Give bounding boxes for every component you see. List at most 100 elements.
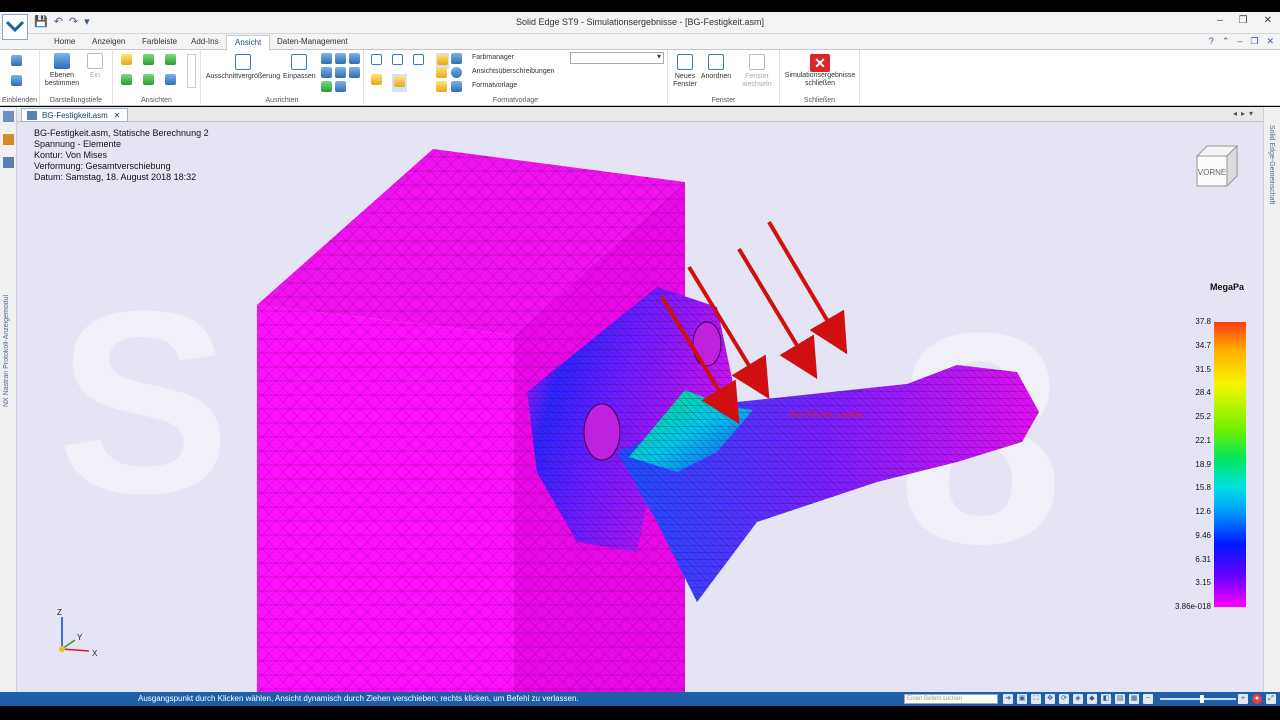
simulationsergebnisse-schliessen-button[interactable]: ✕ Simulationsergebnisse schließen <box>784 54 856 88</box>
einpassen-button[interactable]: Einpassen <box>283 54 316 81</box>
render-3-icon[interactable] <box>436 81 447 95</box>
tab-navigation[interactable]: ◂▸▾ <box>1233 109 1257 118</box>
nastran-panel-tab[interactable]: NX Nastran Protokoll-Anzeigemodul <box>3 167 10 407</box>
planes-icon <box>54 53 70 69</box>
zoom-out-icon[interactable]: − <box>1143 694 1153 704</box>
view-top-icon[interactable] <box>143 54 154 68</box>
anordnen-button[interactable]: Anordnen <box>700 54 732 81</box>
graphics-viewport[interactable]: S 8 850,000 Nm, Lastfall BG-Festigkeit.a… <box>17 122 1263 692</box>
zoom-slider[interactable] <box>1160 695 1236 703</box>
application-button[interactable] <box>2 14 28 40</box>
neues-fenster-label: Neues Fenster <box>673 73 697 88</box>
zoom-slider-thumb[interactable] <box>1200 695 1204 703</box>
shaded-edges-icon[interactable] <box>371 74 382 88</box>
sight-icon[interactable] <box>335 67 346 81</box>
close-tab-icon[interactable]: ✕ <box>114 111 121 120</box>
bolt-hole-upper <box>692 321 722 367</box>
grid-status-icon[interactable]: ▦ <box>1129 694 1139 704</box>
expand-icon[interactable]: ⤢ <box>1266 694 1276 704</box>
tab-home[interactable]: Home <box>46 35 83 50</box>
views-scroll[interactable] <box>187 54 196 88</box>
tab-anzeigen[interactable]: Anzeigen <box>84 35 133 50</box>
group-formatvorlage: Farbmanager Ansichtsüberschreibungen For… <box>364 50 668 106</box>
view-cube[interactable]: VORNE <box>1193 144 1239 188</box>
format-style-icon[interactable] <box>451 81 462 95</box>
view-iso-icon[interactable] <box>121 54 132 68</box>
left-panel-strip: NX Nastran Protokoll-Anzeigemodul <box>0 107 17 692</box>
view-front-icon[interactable] <box>165 54 176 68</box>
window-controls: – ❐ ✕ <box>1217 15 1272 26</box>
style-status-icon[interactable]: ◧ <box>1101 694 1111 704</box>
help-area: ? ⌃ – ❐ ✕ <box>1209 36 1274 47</box>
info-line-1: BG-Festigkeit.asm, Statische Berechnung … <box>34 128 209 138</box>
formatvorlage-button[interactable]: Formatvorlage <box>472 82 517 90</box>
stop-icon[interactable]: ● <box>1252 694 1262 704</box>
pathfinder-icon[interactable] <box>3 111 14 122</box>
close-window-icon[interactable]: ✕ <box>1264 15 1272 26</box>
legend-unit: MegaPa <box>1210 282 1245 292</box>
neues-fenster-button[interactable]: Neues Fenster <box>672 54 698 89</box>
render-status-icon[interactable]: ◆ <box>1087 694 1097 704</box>
farbmanager-button[interactable]: Farbmanager <box>472 54 514 62</box>
doc-restore-icon[interactable]: ❐ <box>1250 36 1258 47</box>
look-icon[interactable] <box>349 67 360 81</box>
group-label-darstellungstiefe: Darstellungstiefe <box>49 97 103 104</box>
show-hide-icon[interactable] <box>11 75 22 89</box>
shaded-icon[interactable] <box>371 54 382 68</box>
zoom-area-status-icon[interactable]: ▣ <box>1017 694 1027 704</box>
ausschnittvergroesserung-button[interactable]: Ausschnittvergrößerung <box>205 54 281 81</box>
layers-icon[interactable] <box>3 134 14 145</box>
tab-add-ins[interactable]: Add-Ins <box>183 35 227 50</box>
close-results-icon: ✕ <box>810 54 830 72</box>
ein-button[interactable]: Ein <box>84 53 106 80</box>
view-right-icon[interactable] <box>121 74 132 88</box>
view-bottom-icon[interactable] <box>165 74 176 88</box>
help-icon[interactable]: ? <box>1209 36 1214 47</box>
pan-status-icon[interactable]: ✥ <box>1045 694 1055 704</box>
arrow-icon[interactable]: ➔ <box>1003 694 1013 704</box>
visible-edges-icon[interactable] <box>413 54 424 68</box>
wireframe-icon[interactable] <box>392 54 403 68</box>
spin-icon[interactable] <box>321 67 332 81</box>
view-status-icon[interactable]: ◈ <box>1073 694 1083 704</box>
ansichtsueberschreibungen-button[interactable]: Ansichtsüberschreibungen <box>472 68 555 76</box>
globe-icon[interactable] <box>451 67 462 81</box>
document-tab-label: BG-Festigkeit.asm <box>42 111 108 120</box>
shaded-active-icon[interactable] <box>392 74 407 92</box>
doc-minimize-icon[interactable]: – <box>1237 36 1242 47</box>
view-style-icon[interactable] <box>451 53 462 67</box>
title-bar: 💾 ↶ ↷ ▾ Solid Edge ST9 - Simulationserge… <box>0 12 1280 40</box>
previous-view-icon[interactable] <box>335 81 346 95</box>
zoom-icon[interactable] <box>321 53 332 67</box>
refresh-icon[interactable] <box>321 81 332 95</box>
rotate-icon[interactable] <box>349 53 360 67</box>
fenster-wechseln-button[interactable]: Fenster wechseln <box>738 54 776 89</box>
background-watermark: S <box>57 258 230 548</box>
legend-tick-label: 34.7 <box>1195 340 1211 350</box>
window-status-icon[interactable]: ▤ <box>1115 694 1125 704</box>
document-tab[interactable]: BG-Festigkeit.asm ✕ <box>21 108 128 122</box>
ebenen-bestimmen-label: Ebenen bestimmen <box>44 72 80 87</box>
ribbon-min-icon[interactable]: ⌃ <box>1222 36 1230 47</box>
command-search-input[interactable]: Einen Befehl suchen <box>904 694 998 704</box>
tab-daten-management[interactable]: Daten-Management <box>269 35 356 50</box>
show-icon[interactable] <box>11 55 22 69</box>
ausschnitt-label: Ausschnittvergrößerung <box>205 73 281 80</box>
rotate-status-icon[interactable]: ⟳ <box>1059 694 1069 704</box>
ebenen-bestimmen-button[interactable]: Ebenen bestimmen <box>44 53 80 88</box>
restore-icon[interactable]: ❐ <box>1239 15 1248 26</box>
pan-icon[interactable] <box>335 53 346 67</box>
zoom-in-icon[interactable]: + <box>1238 694 1248 704</box>
fit-status-icon[interactable]: ⛶ <box>1031 694 1041 704</box>
formatvorlage-item-label: Formatvorlage <box>472 82 518 89</box>
tab-farbleiste[interactable]: Farbleiste <box>134 35 185 50</box>
tab-ansicht[interactable]: Ansicht <box>226 35 271 51</box>
minimize-icon[interactable]: – <box>1217 15 1223 26</box>
style-dropdown[interactable] <box>570 52 664 64</box>
doc-close-icon[interactable]: ✕ <box>1266 36 1274 47</box>
community-panel-tab[interactable]: Solid Edge-Gemeinschaft <box>1268 125 1275 204</box>
view-left-icon[interactable] <box>143 74 154 88</box>
axis-label-x: X <box>92 649 98 658</box>
assembly-doc-icon <box>27 111 37 120</box>
render-2-icon[interactable] <box>436 67 447 81</box>
